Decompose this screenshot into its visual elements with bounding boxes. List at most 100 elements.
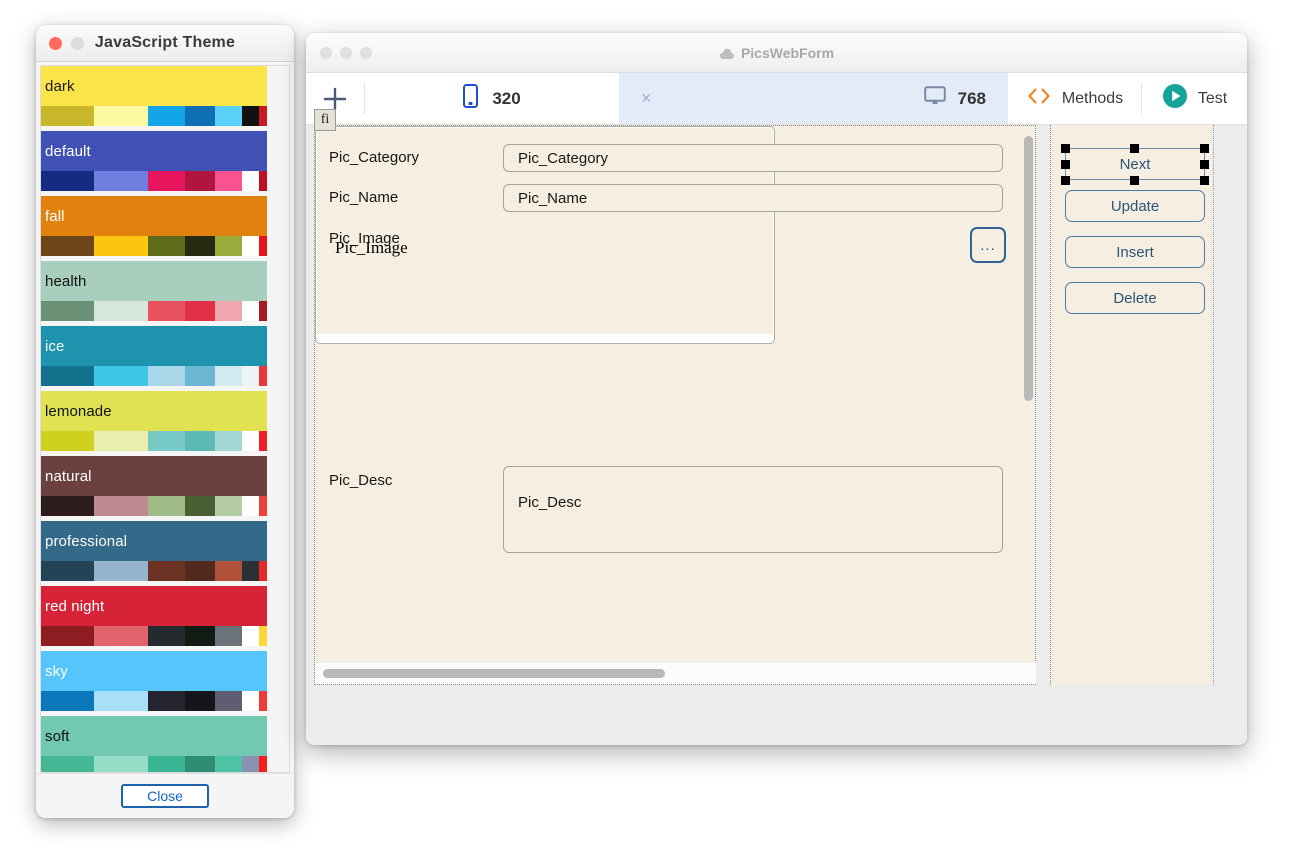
resize-handle-s[interactable] bbox=[1130, 176, 1139, 185]
theme-swatch bbox=[41, 366, 95, 386]
resize-handle-se[interactable] bbox=[1200, 176, 1209, 185]
theme-row[interactable]: soft bbox=[41, 716, 267, 772]
theme-swatch bbox=[259, 691, 267, 711]
theme-row-header[interactable]: dark bbox=[41, 66, 267, 106]
theme-name-label: natural bbox=[45, 467, 92, 485]
screen: JavaScript Theme dark default fall health ic… bbox=[0, 0, 1300, 867]
theme-name-label: fall bbox=[45, 207, 65, 225]
theme-swatch bbox=[94, 691, 148, 711]
close-button[interactable]: Close bbox=[121, 784, 209, 808]
theme-swatch bbox=[185, 691, 216, 711]
form-horizontal-scrollbar-thumb[interactable] bbox=[323, 669, 665, 678]
theme-row-header[interactable]: sky bbox=[41, 651, 267, 691]
input-pic-name-value: Pic_Name bbox=[518, 190, 588, 207]
theme-row[interactable]: lemonade bbox=[41, 391, 267, 451]
theme-swatch bbox=[215, 301, 242, 321]
theme-list[interactable]: dark default fall health ice lemonade natural p… bbox=[40, 65, 290, 773]
theme-swatch bbox=[41, 301, 95, 321]
test-label: Test bbox=[1197, 89, 1228, 107]
update-button[interactable]: Update bbox=[1065, 190, 1205, 222]
theme-swatch bbox=[241, 171, 260, 191]
theme-swatch bbox=[241, 626, 260, 646]
theme-swatch-strip bbox=[41, 171, 267, 191]
theme-swatch bbox=[259, 171, 267, 191]
theme-name-label: red night bbox=[45, 597, 105, 615]
theme-swatch bbox=[215, 626, 242, 646]
theme-swatch bbox=[147, 366, 186, 386]
resize-handle-nw[interactable] bbox=[1061, 144, 1070, 153]
theme-window-title: JavaScript Theme bbox=[94, 34, 236, 51]
theme-swatch-strip bbox=[41, 691, 267, 711]
code-brackets-icon bbox=[1026, 86, 1052, 111]
theme-swatch bbox=[94, 561, 148, 581]
form-horizontal-scrollbar-track[interactable] bbox=[315, 662, 1036, 684]
theme-row-header[interactable]: health bbox=[41, 261, 267, 301]
theme-row-header[interactable]: soft bbox=[41, 716, 267, 756]
theme-row[interactable]: health bbox=[41, 261, 267, 321]
theme-row[interactable]: natural bbox=[41, 456, 267, 516]
viewport-height-value: 768 bbox=[957, 88, 986, 108]
theme-swatch bbox=[41, 496, 95, 516]
theme-name-label: lemonade bbox=[45, 402, 112, 420]
theme-swatch-strip bbox=[41, 366, 267, 386]
input-pic-category[interactable]: Pic_Category bbox=[503, 144, 1003, 172]
theme-row-header[interactable]: ice bbox=[41, 326, 267, 366]
theme-swatch bbox=[41, 106, 95, 126]
theme-swatch bbox=[147, 171, 186, 191]
form-buttons-panel: Next Update Insert Delete bbox=[1050, 125, 1212, 685]
theme-row[interactable]: red night bbox=[41, 586, 267, 646]
form-vertical-scrollbar[interactable] bbox=[1024, 136, 1033, 401]
theme-swatch bbox=[147, 756, 186, 772]
methods-button[interactable]: Methods bbox=[1008, 73, 1141, 124]
theme-row[interactable]: dark bbox=[41, 66, 267, 126]
resize-handle-n[interactable] bbox=[1130, 144, 1139, 153]
browse-image-button[interactable]: ... bbox=[970, 227, 1006, 263]
resize-handle-ne[interactable] bbox=[1200, 144, 1209, 153]
viewport-height-control[interactable]: 768 bbox=[923, 86, 986, 111]
theme-row-header[interactable]: red night bbox=[41, 586, 267, 626]
theme-swatch bbox=[185, 626, 216, 646]
label-pic-category: Pic_Category bbox=[329, 149, 420, 166]
theme-swatch bbox=[185, 756, 216, 772]
theme-swatch bbox=[241, 561, 260, 581]
theme-swatch bbox=[94, 496, 148, 516]
theme-name-label: ice bbox=[45, 337, 65, 355]
theme-swatch bbox=[185, 301, 216, 321]
theme-row[interactable]: default bbox=[41, 131, 267, 191]
theme-row[interactable]: ice bbox=[41, 326, 267, 386]
input-pic-category-value: Pic_Category bbox=[518, 150, 609, 167]
theme-swatch bbox=[241, 756, 260, 772]
theme-row[interactable]: professional bbox=[41, 521, 267, 581]
theme-row-header[interactable]: lemonade bbox=[41, 391, 267, 431]
form-tab-label[interactable]: fi bbox=[314, 109, 336, 131]
theme-swatch bbox=[215, 756, 242, 772]
resize-handle-e[interactable] bbox=[1200, 160, 1209, 169]
viewport-size-region[interactable]: × 768 bbox=[619, 73, 1008, 124]
resize-handle-w[interactable] bbox=[1061, 160, 1070, 169]
viewport-width-value: 320 bbox=[492, 88, 521, 108]
theme-row-header[interactable]: fall bbox=[41, 196, 267, 236]
theme-row-header[interactable]: default bbox=[41, 131, 267, 171]
theme-row-header[interactable]: natural bbox=[41, 456, 267, 496]
theme-name-label: health bbox=[45, 272, 87, 290]
theme-swatch bbox=[147, 561, 186, 581]
input-pic-desc[interactable]: Pic_Desc bbox=[503, 466, 1003, 553]
theme-swatch bbox=[241, 366, 260, 386]
viewport-width-control[interactable]: 320 bbox=[365, 73, 619, 124]
theme-swatch bbox=[185, 431, 216, 451]
theme-name-label: dark bbox=[45, 77, 75, 95]
app-toolbar: 320 × 768 Methods Test bbox=[306, 73, 1247, 125]
theme-swatch bbox=[259, 366, 267, 386]
delete-button[interactable]: Delete bbox=[1065, 282, 1205, 314]
test-button[interactable]: Test bbox=[1142, 73, 1247, 124]
theme-row[interactable]: sky bbox=[41, 651, 267, 711]
form-designer-panel[interactable]: fi Pic_Category Pic_Name Pic_Image Pic_D… bbox=[314, 109, 1036, 685]
input-pic-name[interactable]: Pic_Name bbox=[503, 184, 1003, 212]
resize-handle-sw[interactable] bbox=[1061, 176, 1070, 185]
theme-row-header[interactable]: professional bbox=[41, 521, 267, 561]
theme-swatch bbox=[215, 431, 242, 451]
theme-row[interactable]: fall bbox=[41, 196, 267, 256]
label-pic-name: Pic_Name bbox=[329, 189, 399, 206]
insert-button[interactable]: Insert bbox=[1065, 236, 1205, 268]
designer-canvas: fi Pic_Category Pic_Name Pic_Image Pic_D… bbox=[314, 109, 1237, 699]
